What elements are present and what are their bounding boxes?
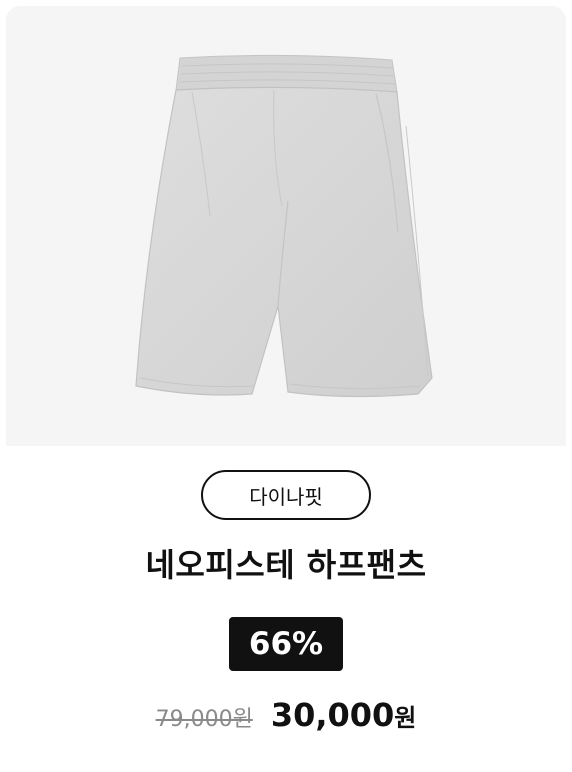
- price-row: 79,000원 30,000 원: [0, 696, 572, 734]
- product-title[interactable]: 네오피스테 하프팬츠: [0, 540, 572, 586]
- shorts-product-image: [135, 54, 433, 398]
- brand-label: 다이나핏: [249, 484, 323, 509]
- original-price: 79,000원: [155, 707, 253, 732]
- sale-price: 30,000: [270, 696, 395, 734]
- brand-tag[interactable]: 다이나핏: [201, 470, 371, 520]
- product-image[interactable]: [6, 6, 566, 446]
- sale-price-unit: 원: [394, 704, 417, 732]
- product-card[interactable]: 다이나핏 네오피스테 하프팬츠 66% 79,000원 30,000 원: [0, 0, 572, 772]
- discount-badge: 66%: [229, 617, 343, 671]
